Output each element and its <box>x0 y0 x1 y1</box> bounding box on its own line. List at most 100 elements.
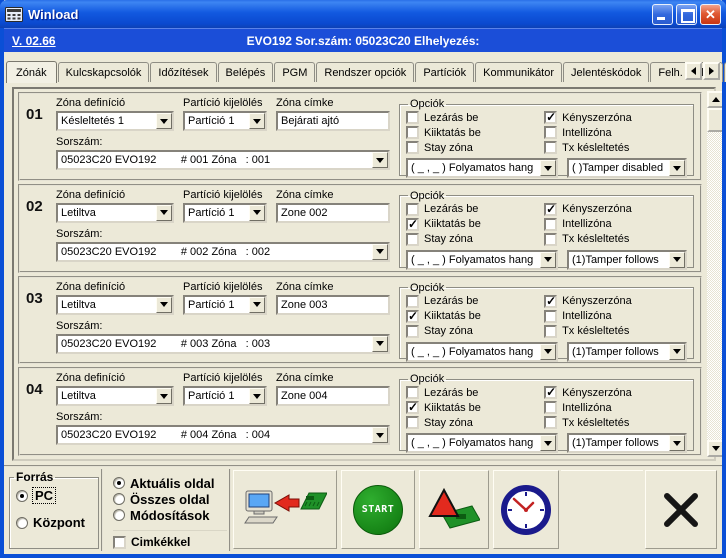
tab-jelent-sk-dok[interactable]: Jelentéskódok <box>563 62 650 82</box>
zone-definition-select[interactable]: Késleltetés 1 <box>56 111 174 131</box>
checkbox-icon[interactable] <box>544 309 558 323</box>
dropdown-button[interactable] <box>372 152 388 168</box>
scrollbar-track[interactable] <box>707 132 722 440</box>
tab-rendszer-opci-k[interactable]: Rendszer opciók <box>316 62 415 82</box>
checkbox-lezaras-be[interactable]: Lezárás be <box>406 294 536 309</box>
radio-icon[interactable] <box>16 489 28 502</box>
dropdown-button[interactable] <box>249 296 265 313</box>
checkbox-icon[interactable] <box>406 309 419 323</box>
radio-icon[interactable] <box>113 493 125 505</box>
version-link[interactable]: V. 02.66 <box>12 34 132 48</box>
partition-select[interactable]: Partíció 1 <box>183 111 267 131</box>
radio-source-kozpont[interactable]: Központ <box>16 515 94 530</box>
dropdown-button[interactable] <box>540 160 556 176</box>
checkbox-icon[interactable] <box>113 535 126 549</box>
serial-select[interactable]: 05023C20 EVO192 # 003 Zóna : 003 <box>56 333 390 354</box>
close-window-button[interactable] <box>700 3 721 25</box>
tamper-select[interactable]: (1)Tamper follows <box>567 341 687 362</box>
vertical-scrollbar[interactable] <box>707 91 722 457</box>
checkbox-icon[interactable] <box>406 202 419 216</box>
checkbox-kenyszerzona[interactable]: Kényszerzóna <box>544 202 687 217</box>
dropdown-button[interactable] <box>372 427 388 444</box>
serial-select[interactable]: 05023C20 EVO192 # 004 Zóna : 004 <box>56 425 390 446</box>
checkbox-icon[interactable] <box>406 386 419 400</box>
checkbox-icon[interactable] <box>406 232 419 246</box>
checkbox-lezaras-be[interactable]: Lezárás be <box>406 385 536 400</box>
dropdown-button[interactable] <box>156 388 172 405</box>
checkbox-icon[interactable] <box>406 111 419 124</box>
checkbox-intellizona[interactable]: Intellizóna <box>544 217 687 232</box>
dropdown-button[interactable] <box>669 435 685 452</box>
checkbox-icon[interactable] <box>406 416 419 430</box>
tamper-select[interactable]: (1)Tamper follows <box>567 249 687 270</box>
zone-definition-select[interactable]: Letiltva <box>56 294 174 315</box>
checkbox-icon[interactable] <box>544 294 558 308</box>
zone-label-input[interactable] <box>276 294 390 315</box>
partition-select[interactable]: Partíció 1 <box>183 386 267 407</box>
dropdown-button[interactable] <box>156 296 172 313</box>
checkbox-kenyszerzona[interactable]: Kényszerzóna <box>544 110 687 125</box>
radio-modositasok[interactable]: Módosítások <box>113 507 227 523</box>
checkbox-icon[interactable] <box>544 141 558 154</box>
radio-icon[interactable] <box>113 509 125 521</box>
dropdown-button[interactable] <box>669 160 685 176</box>
verify-panel-button[interactable] <box>419 470 489 549</box>
checkbox-kenyszerzona[interactable]: Kényszerzóna <box>544 385 687 400</box>
checkbox-icon[interactable] <box>406 217 419 231</box>
alarm-type-select[interactable]: ( _ , _ ) Folyamatos hang <box>406 341 558 362</box>
checkbox-intellizona[interactable]: Intellizóna <box>544 400 687 415</box>
scroll-up-button[interactable] <box>707 91 722 108</box>
tab-bel-p-s[interactable]: Belépés <box>217 62 274 82</box>
radio-osszes-oldal[interactable]: Összes oldal <box>113 491 227 507</box>
tab-scroll-left-button[interactable] <box>685 62 702 80</box>
zone-definition-select[interactable]: Letiltva <box>56 386 174 407</box>
checkbox-icon[interactable] <box>544 401 558 415</box>
dropdown-button[interactable] <box>669 251 685 268</box>
checkbox-icon[interactable] <box>544 217 558 231</box>
checkbox-intellizona[interactable]: Intellizóna <box>544 125 687 140</box>
partition-select[interactable]: Partíció 1 <box>183 202 267 223</box>
tab-kommunik-tor[interactable]: Kommunikátor <box>475 62 563 82</box>
checkbox-cimkekkel[interactable]: Cimkékkel <box>113 530 227 549</box>
dropdown-button[interactable] <box>540 251 556 268</box>
checkbox-tx-kesleltetes[interactable]: Tx késleltetés <box>544 415 687 430</box>
checkbox-icon[interactable] <box>406 294 419 308</box>
checkbox-intellizona[interactable]: Intellizóna <box>544 309 687 324</box>
checkbox-icon[interactable] <box>544 385 558 400</box>
checkbox-tx-kesleltetes[interactable]: Tx késleltetés <box>544 324 687 339</box>
clock-button[interactable] <box>493 470 559 549</box>
dropdown-button[interactable] <box>372 243 388 260</box>
dropdown-button[interactable] <box>669 343 685 360</box>
dropdown-button[interactable] <box>249 113 265 129</box>
radio-icon[interactable] <box>16 516 28 529</box>
checkbox-stay-zona[interactable]: Stay zóna <box>406 140 536 155</box>
tamper-select[interactable]: (1)Tamper follows <box>567 433 687 454</box>
checkbox-icon[interactable] <box>544 202 558 216</box>
checkbox-icon[interactable] <box>544 416 558 430</box>
tab-kulcskapcsol-k[interactable]: Kulcskapcsolók <box>57 62 150 82</box>
serial-select[interactable]: 05023C20 EVO192 # 002 Zóna : 002 <box>56 241 390 262</box>
checkbox-lezaras-be[interactable]: Lezárás be <box>406 110 536 125</box>
tab-pgm[interactable]: PGM <box>274 62 316 82</box>
dropdown-button[interactable] <box>249 388 265 405</box>
serial-select[interactable]: 05023C20 EVO192 # 001 Zóna : 001 <box>56 150 390 170</box>
dropdown-button[interactable] <box>156 113 172 129</box>
checkbox-kiiktatas-be[interactable]: Kiiktatás be <box>406 309 536 324</box>
zone-definition-select[interactable]: Letiltva <box>56 202 174 223</box>
receive-from-panel-button[interactable] <box>233 470 337 549</box>
dropdown-button[interactable] <box>156 204 172 221</box>
checkbox-icon[interactable] <box>544 110 558 124</box>
zone-label-input[interactable] <box>276 202 390 223</box>
radio-source-pc[interactable]: PC <box>16 487 94 504</box>
minimize-button[interactable] <box>652 3 673 25</box>
radio-aktualis-oldal[interactable]: Aktuális oldal <box>113 475 227 491</box>
maximize-button[interactable] <box>676 3 697 25</box>
start-button[interactable]: START <box>341 470 415 549</box>
checkbox-icon[interactable] <box>406 400 419 415</box>
checkbox-icon[interactable] <box>544 324 558 338</box>
alarm-type-select[interactable]: ( _ , _ ) Folyamatos hang <box>406 433 558 454</box>
radio-icon[interactable] <box>113 477 125 489</box>
checkbox-icon[interactable] <box>406 126 419 139</box>
checkbox-icon[interactable] <box>544 126 558 139</box>
alarm-type-select[interactable]: ( _ , _ ) Folyamatos hang <box>406 158 558 178</box>
